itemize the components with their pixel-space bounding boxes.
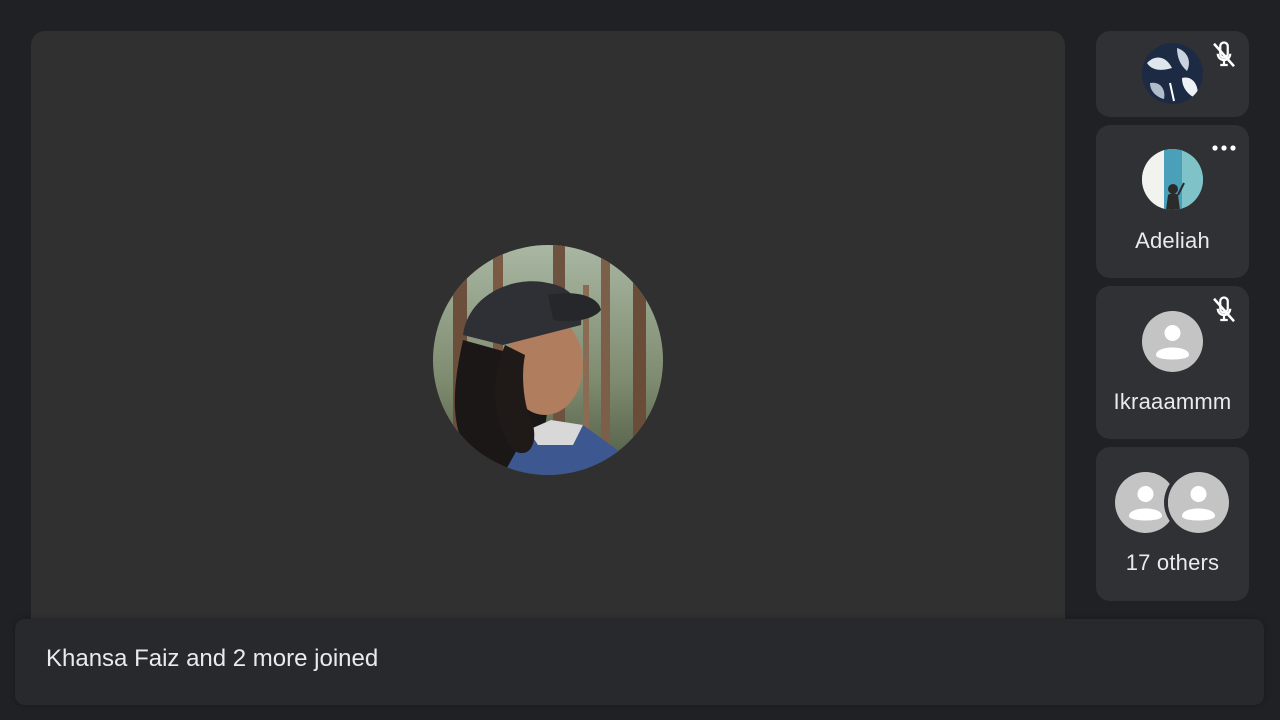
- others-label: 17 others: [1125, 550, 1220, 575]
- participant-tile-adeliah[interactable]: Adeliah: [1096, 125, 1249, 278]
- more-options-icon[interactable]: [1211, 141, 1237, 155]
- mic-off-icon: [1213, 296, 1235, 323]
- participant-name: Adeliah: [1135, 228, 1210, 253]
- others-tile[interactable]: 17 others: [1096, 447, 1249, 601]
- participant-avatar: [1142, 149, 1203, 210]
- participant-tile[interactable]: [1096, 31, 1249, 117]
- join-notification: Khansa Faiz and 2 more joined: [15, 619, 1264, 705]
- main-video-stage[interactable]: [31, 31, 1065, 631]
- default-person-icon: [1115, 472, 1176, 533]
- speaker-avatar: [433, 245, 663, 475]
- participant-avatar: [1142, 43, 1203, 104]
- participant-name: Ikraaammm: [1113, 389, 1232, 414]
- default-person-icon: [1142, 311, 1203, 372]
- notification-text: Khansa Faiz and 2 more joined: [46, 645, 379, 672]
- participant-tile-ikraaammm[interactable]: Ikraaammm: [1096, 286, 1249, 439]
- default-person-icon: [1168, 472, 1229, 533]
- mic-off-icon: [1213, 41, 1235, 68]
